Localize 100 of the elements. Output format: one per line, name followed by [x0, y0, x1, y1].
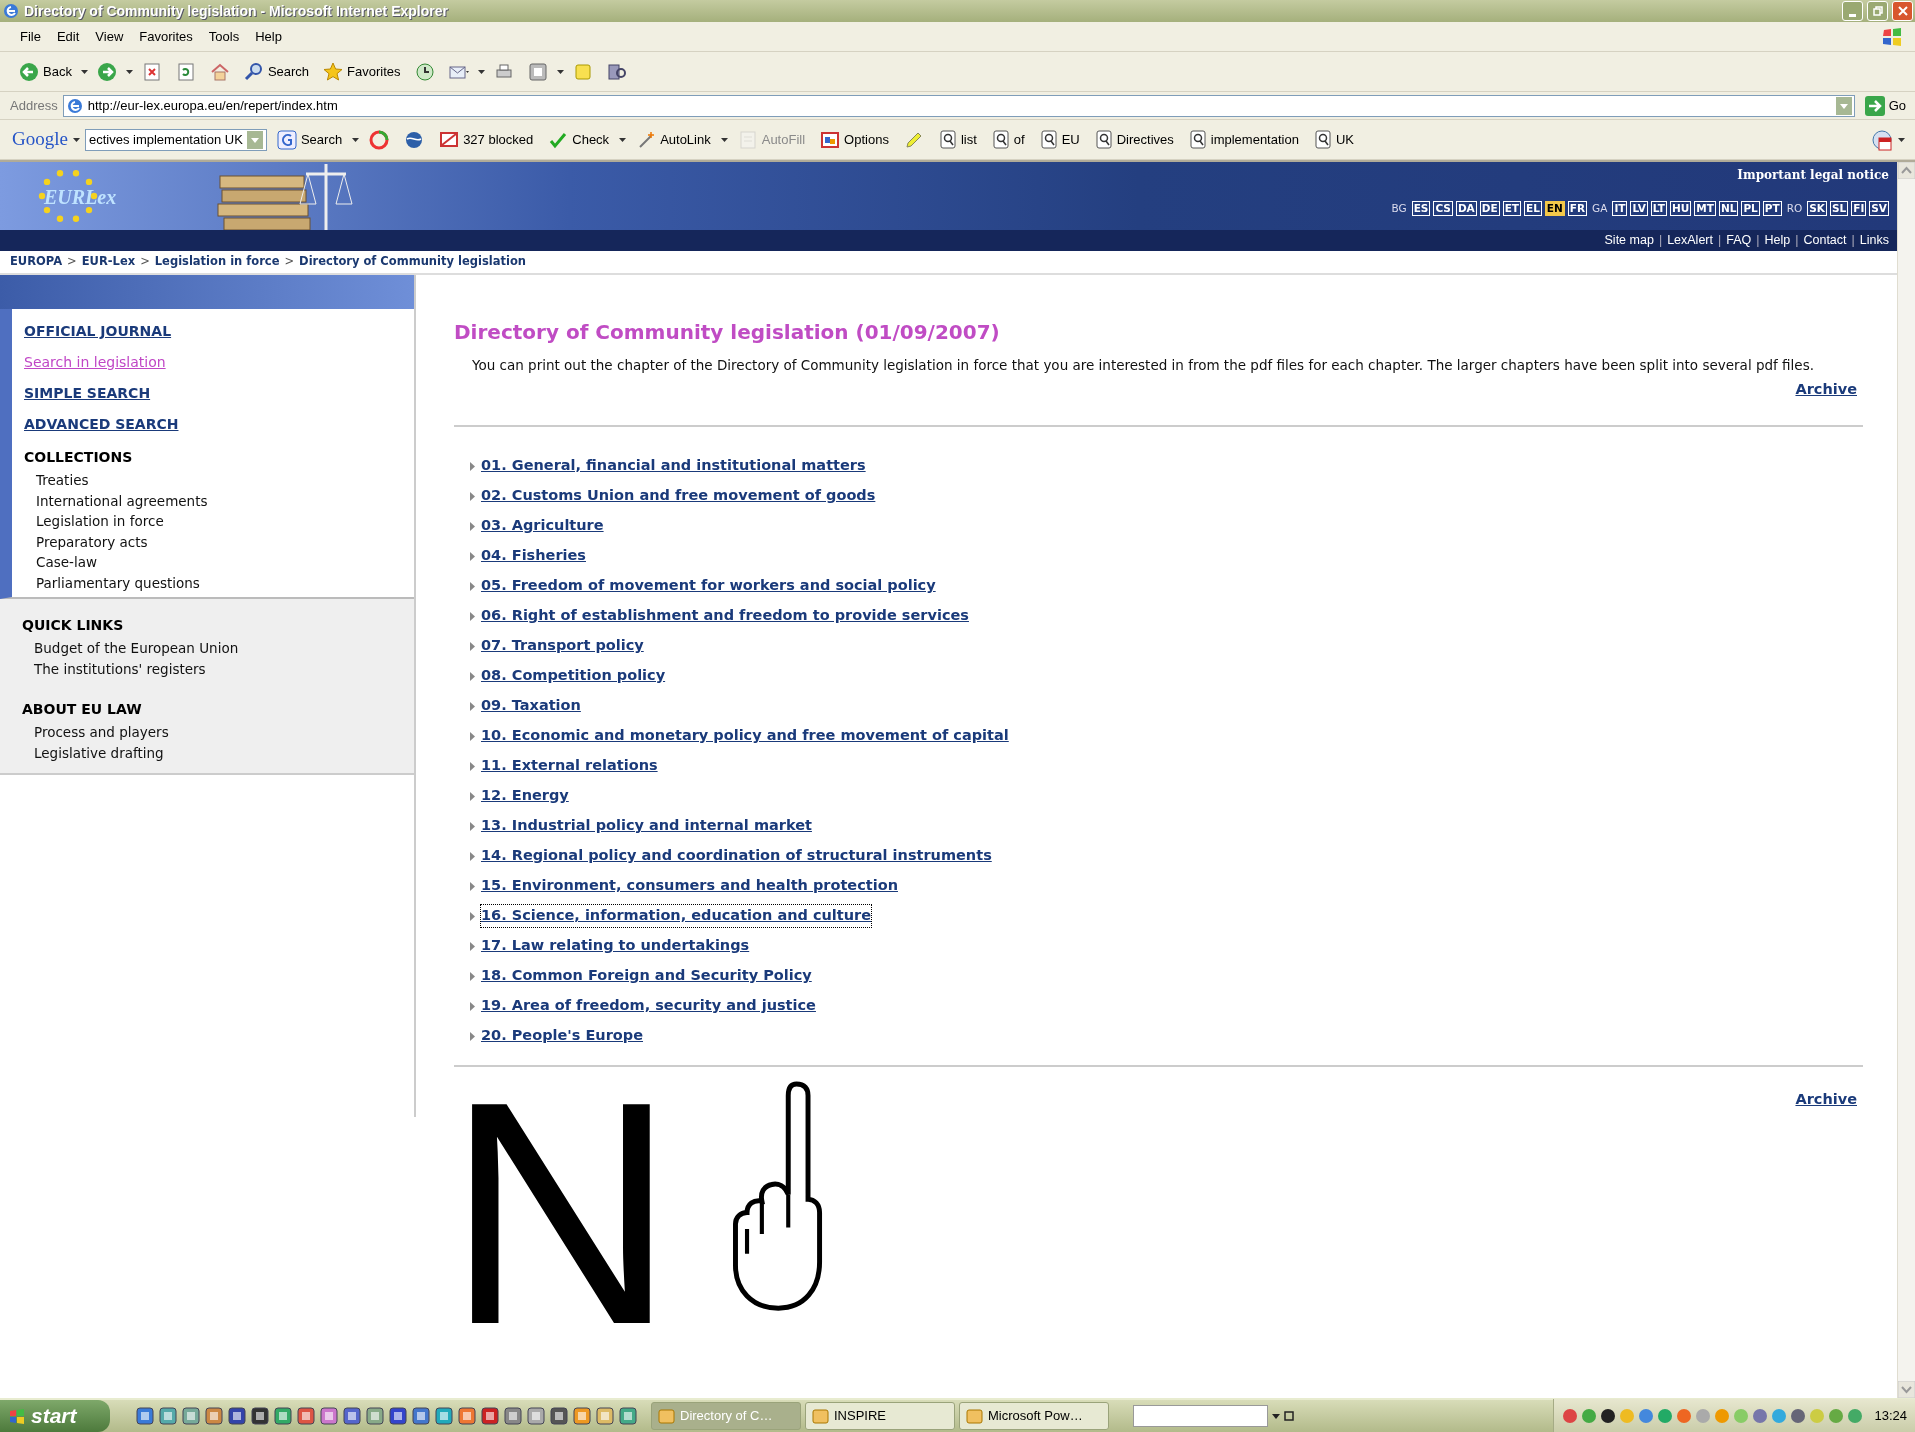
options-button[interactable]: Options [815, 127, 894, 152]
quick-launch-icon[interactable] [320, 1407, 338, 1425]
sidebar-link[interactable]: Process and players [22, 722, 169, 743]
breadcrumb-link[interactable]: Legislation in force [154, 253, 280, 271]
quick-launch-icon[interactable] [366, 1407, 384, 1425]
chapter-link[interactable]: 06. Right of establishment and freedom to provide services [481, 605, 969, 627]
dropdown-caret-icon[interactable] [720, 137, 728, 142]
quick-launch-icon[interactable] [274, 1407, 292, 1425]
sidebar-link[interactable]: Parliamentary questions [24, 572, 200, 593]
search-term-button[interactable]: EU [1034, 127, 1085, 152]
chapter-link[interactable]: 13. Industrial policy and internal market [481, 815, 812, 837]
dropdown-caret-icon[interactable] [1272, 1413, 1280, 1419]
chapter-link[interactable]: 20. People's Europe [481, 1025, 643, 1047]
quick-launch-icon[interactable] [619, 1407, 637, 1425]
header-link[interactable]: Site map [1604, 231, 1654, 250]
language-link[interactable]: PT [1762, 201, 1782, 216]
tray-icon[interactable] [1600, 1408, 1617, 1424]
google-logo[interactable]: Google [12, 125, 68, 154]
taskbar-button[interactable]: INSPIRE [805, 1402, 955, 1430]
language-link[interactable]: LT [1650, 201, 1667, 216]
quick-launch-icon[interactable] [504, 1407, 522, 1425]
quick-launch-icon[interactable] [435, 1407, 453, 1425]
quick-launch-icon[interactable] [550, 1407, 568, 1425]
language-link[interactable]: FI [1851, 201, 1867, 216]
chapter-link[interactable]: 01. General, financial and institutional matters [481, 455, 866, 477]
close-button[interactable] [1892, 1, 1913, 21]
quick-launch-icon[interactable] [389, 1407, 407, 1425]
language-link[interactable]: MT [1694, 201, 1716, 216]
menu-item[interactable]: Favorites [131, 26, 201, 47]
sidebar-link[interactable]: ADVANCED SEARCH [24, 410, 179, 441]
breadcrumb-link[interactable]: Directory of Community legislation [299, 253, 526, 271]
menu-item[interactable]: View [87, 26, 132, 47]
header-link[interactable]: Contact [1803, 231, 1847, 250]
legal-notice-link[interactable]: Important legal notice [1737, 166, 1889, 184]
chapter-link[interactable]: 08. Competition policy [481, 665, 666, 687]
sidebar-link[interactable]: Legislative drafting [22, 742, 164, 763]
language-link[interactable]: SV [1869, 201, 1889, 216]
language-link[interactable]: SL [1829, 201, 1849, 216]
breadcrumb-link[interactable]: EUROPA [10, 253, 63, 271]
sidebar-link[interactable]: Budget of the European Union [22, 638, 239, 659]
language-link[interactable]: SK [1807, 201, 1827, 216]
search-term-button[interactable]: Directives [1089, 127, 1179, 152]
autolink-button[interactable]: AutoLink [631, 127, 716, 152]
blocker-button[interactable]: 327 blocked [434, 127, 539, 152]
archive-link[interactable]: Archive [1795, 1089, 1857, 1111]
quick-launch-icon[interactable] [251, 1407, 269, 1425]
dropdown-caret-icon[interactable] [80, 69, 88, 74]
chapter-link[interactable]: 18. Common Foreign and Security Policy [481, 965, 812, 987]
quick-launch-icon[interactable] [412, 1407, 430, 1425]
header-link[interactable]: Links [1859, 231, 1889, 250]
chapter-link[interactable]: 02. Customs Union and free movement of goods [481, 485, 876, 507]
menu-item[interactable]: Help [247, 26, 290, 47]
chapter-link[interactable]: 05. Freedom of movement for workers and social policy [481, 575, 936, 597]
dropdown-caret-icon[interactable] [619, 137, 627, 142]
dropdown-caret-icon[interactable] [477, 69, 485, 74]
quick-launch-icon[interactable] [205, 1407, 223, 1425]
dropdown-caret-icon[interactable] [352, 137, 360, 142]
taskbar-search-field[interactable] [1133, 1405, 1268, 1427]
search-term-button[interactable]: list [933, 127, 982, 152]
chapter-link[interactable]: 11. External relations [481, 755, 658, 777]
chapter-link[interactable]: 19. Area of freedom, security and justice [481, 995, 816, 1017]
start-button[interactable]: start [0, 1400, 110, 1432]
menu-item[interactable]: Edit [48, 26, 88, 47]
language-link[interactable]: EN [1544, 201, 1565, 216]
chapter-link[interactable]: 14. Regional policy and coordination of structural instruments [481, 845, 992, 867]
quick-launch-icon[interactable] [136, 1407, 154, 1425]
search-button[interactable]: Search [238, 59, 315, 84]
language-link[interactable]: DA [1455, 201, 1477, 216]
sidebar-link[interactable]: International agreements [24, 490, 208, 511]
back-button[interactable]: Back [14, 59, 77, 84]
language-link[interactable]: PL [1741, 201, 1760, 216]
chapter-link[interactable]: 12. Energy [481, 785, 569, 807]
dropdown-caret-icon[interactable] [72, 137, 80, 142]
sidebar-link[interactable]: SIMPLE SEARCH [24, 379, 151, 410]
quick-launch-icon[interactable] [343, 1407, 361, 1425]
pdf-icon[interactable] [1871, 128, 1893, 151]
chapter-link[interactable]: 10. Economic and monetary policy and free movement of capital [481, 725, 1009, 747]
restore-icon[interactable] [1284, 1411, 1294, 1421]
chapter-link[interactable]: 09. Taxation [481, 695, 581, 717]
language-link[interactable]: LV [1630, 201, 1648, 216]
sidebar-link[interactable]: The institutions' registers [22, 658, 206, 679]
quick-launch-icon[interactable] [458, 1407, 476, 1425]
menu-item[interactable]: File [12, 26, 49, 47]
chapter-link[interactable]: 04. Fisheries [481, 545, 586, 567]
chapter-link[interactable]: 03. Agriculture [481, 515, 604, 537]
language-link[interactable]: DE [1479, 201, 1500, 216]
sidebar-link[interactable]: OFFICIAL JOURNAL [24, 317, 172, 348]
check-button[interactable]: Check [543, 127, 615, 152]
search-term-button[interactable]: of [986, 127, 1030, 152]
header-link[interactable]: FAQ [1726, 231, 1752, 250]
language-link[interactable]: EL [1523, 201, 1542, 216]
chapter-link[interactable]: 15. Environment, consumers and health protection [481, 875, 898, 897]
sidebar-link[interactable]: Search in legislation [24, 348, 166, 379]
go-button[interactable]: Go [1859, 93, 1911, 118]
sidebar-link[interactable]: Treaties [24, 470, 89, 491]
sidebar-link[interactable]: Preparatory acts [24, 531, 148, 552]
quick-launch-icon[interactable] [159, 1407, 177, 1425]
archive-link[interactable]: Archive [1795, 379, 1857, 401]
quick-launch-icon[interactable] [596, 1407, 614, 1425]
search-button[interactable]: Search [271, 127, 348, 152]
